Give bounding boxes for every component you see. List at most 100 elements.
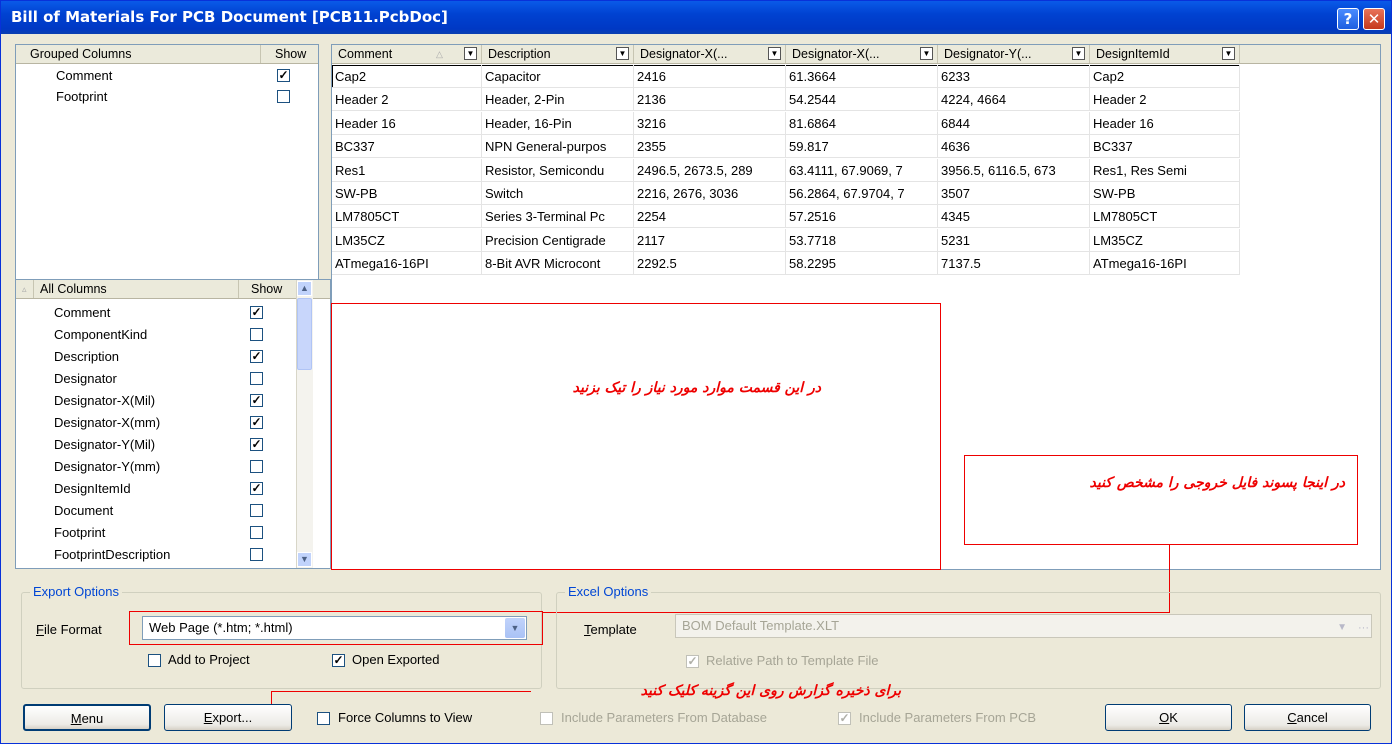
include-pcb-checkbox[interactable]: ✓ xyxy=(838,712,851,725)
all-column-row[interactable]: Designator-X(mm) ✓ xyxy=(16,412,294,434)
grid-row[interactable]: LM7805CT Series 3-Terminal Pc 2254 57.2516 4… xyxy=(332,205,1240,229)
grid-row[interactable]: Header 2 Header, 2-Pin 2136 54.2544 4224, 46… xyxy=(332,88,1240,112)
grouped-column-show-checkbox[interactable] xyxy=(277,90,290,103)
filter-dropdown-icon[interactable]: ▼ xyxy=(920,47,933,60)
annotation-line-export-vertical xyxy=(271,691,272,705)
force-columns-checkbox[interactable] xyxy=(317,712,330,725)
include-db-label[interactable]: Include Parameters From Database xyxy=(561,710,767,725)
all-column-show-checkbox[interactable] xyxy=(250,460,263,473)
all-column-show-checkbox[interactable]: ✓ xyxy=(250,306,263,319)
all-column-show-checkbox[interactable]: ✓ xyxy=(250,416,263,429)
grid-column-header[interactable]: Description ▼ xyxy=(482,45,634,63)
grouped-column-show-checkbox[interactable]: ✓ xyxy=(277,69,290,82)
scroll-up-icon[interactable]: ▲ xyxy=(297,281,312,296)
grid-cell: Precision Centigrade xyxy=(482,228,634,252)
grid-cell: BC337 xyxy=(1090,135,1240,159)
filter-dropdown-icon[interactable]: ▼ xyxy=(768,47,781,60)
grid-column-header[interactable]: Designator-X(... ▼ xyxy=(786,45,938,63)
grid-row[interactable]: SW-PB Switch 2216, 2676, 3036 56.2864, 67.9… xyxy=(332,182,1240,205)
add-to-project-label[interactable]: Add to Project xyxy=(168,652,250,667)
grouped-columns-panel: Grouped Columns Show Comment ✓ Footprint xyxy=(15,44,319,280)
grid-column-title: Designator-Y(... xyxy=(944,47,1032,61)
ok-button[interactable]: OK xyxy=(1105,704,1232,731)
grouped-column-row[interactable]: Comment ✓ xyxy=(16,65,316,87)
all-column-row[interactable]: Designator-X(Mil) ✓ xyxy=(16,390,294,412)
scroll-down-icon[interactable]: ▼ xyxy=(297,552,312,567)
grid-cell: NPN General-purpos xyxy=(482,135,634,159)
all-column-row[interactable]: FootprintDescription xyxy=(16,544,294,566)
grid-row[interactable]: Header 16 Header, 16-Pin 3216 81.6864 6844 He… xyxy=(332,111,1240,135)
all-column-show-checkbox[interactable]: ✓ xyxy=(250,482,263,495)
all-columns-panel: ▵ All Columns Show Comment ✓ ComponentKind… xyxy=(15,279,331,569)
all-column-row[interactable]: Footprint xyxy=(16,522,294,544)
filter-dropdown-icon[interactable]: ▼ xyxy=(1222,47,1235,60)
grouped-column-row[interactable]: Footprint xyxy=(16,86,316,108)
include-pcb-label[interactable]: Include Parameters From PCB xyxy=(859,710,1036,725)
include-db-checkbox[interactable] xyxy=(540,712,553,725)
all-column-row[interactable]: Designator-Y(mm) xyxy=(16,456,294,478)
all-column-row[interactable]: Designator xyxy=(16,368,294,390)
add-to-project-checkbox[interactable] xyxy=(148,654,161,667)
open-exported-checkbox[interactable]: ✓ xyxy=(332,654,345,667)
all-column-row[interactable]: Comment ✓ xyxy=(16,302,294,324)
all-column-show-checkbox[interactable] xyxy=(250,328,263,341)
grid-cell: Series 3-Terminal Pc xyxy=(482,205,634,229)
chevron-down-icon[interactable]: ▼ xyxy=(505,618,525,638)
all-columns-header-show[interactable]: Show xyxy=(239,280,297,298)
all-columns-header-name[interactable]: All Columns xyxy=(34,280,239,298)
grid-row[interactable]: Cap2 Capacitor 2416 61.3664 6233 Cap2 xyxy=(332,65,1240,88)
grid-cell: LM7805CT xyxy=(1090,205,1240,229)
excel-options-group: Excel Options xyxy=(556,584,1381,689)
grouped-columns-header-name[interactable]: Grouped Columns xyxy=(16,45,261,63)
filter-dropdown-icon[interactable]: ▼ xyxy=(464,47,477,60)
all-column-show-checkbox[interactable] xyxy=(250,504,263,517)
grid-cell: 3507 xyxy=(938,182,1090,205)
grid-cell: LM7805CT xyxy=(332,205,482,229)
all-column-show-checkbox[interactable] xyxy=(250,372,263,385)
grid-column-header[interactable]: DesignItemId ▼ xyxy=(1090,45,1240,63)
template-select[interactable]: BOM Default Template.XLT ▼ ··· xyxy=(675,614,1372,638)
grid-column-header[interactable]: Designator-Y(... ▼ xyxy=(938,45,1090,63)
grid-cell: LM35CZ xyxy=(332,228,482,252)
all-column-row[interactable]: ComponentKind xyxy=(16,324,294,346)
grouped-column-name: Comment xyxy=(56,68,113,83)
window-title: Bill of Materials For PCB Document [PCB1… xyxy=(11,8,448,26)
cancel-button[interactable]: Cancel xyxy=(1244,704,1371,731)
force-columns-label[interactable]: Force Columns to View xyxy=(338,710,472,725)
close-button[interactable]: ✕ xyxy=(1363,8,1385,30)
all-columns-scrollbar[interactable]: ▲ ▼ xyxy=(296,280,313,568)
grid-cell: Header, 16-Pin xyxy=(482,111,634,135)
grid-row[interactable]: LM35CZ Precision Centigrade 2117 53.7718 523… xyxy=(332,228,1240,252)
all-column-row[interactable]: DesignItemId ✓ xyxy=(16,478,294,500)
annotation-file-format: در اینجا پسوند فایل خروجی را مشخص کنید xyxy=(1089,475,1346,491)
menu-button[interactable]: Menu xyxy=(23,704,151,731)
open-exported-label[interactable]: Open Exported xyxy=(352,652,439,667)
file-format-select[interactable]: Web Page (*.htm; *.html) ▼ xyxy=(142,616,527,640)
filter-dropdown-icon[interactable]: ▼ xyxy=(1072,47,1085,60)
all-column-show-checkbox[interactable]: ✓ xyxy=(250,438,263,451)
all-column-name: DesignItemId xyxy=(54,481,131,496)
filter-dropdown-icon[interactable]: ▼ xyxy=(616,47,629,60)
bom-dialog: Bill of Materials For PCB Document [PCB1… xyxy=(0,0,1392,744)
relative-path-label[interactable]: Relative Path to Template File xyxy=(706,653,878,668)
grid-cell: 2292.5 xyxy=(634,252,786,276)
all-column-show-checkbox[interactable]: ✓ xyxy=(250,350,263,363)
all-column-show-checkbox[interactable]: ✓ xyxy=(250,394,263,407)
grid-row[interactable]: Res1 Resistor, Semicondu 2496.5, 2673.5, 2… xyxy=(332,158,1240,182)
grouped-column-name: Footprint xyxy=(56,89,108,104)
scroll-thumb[interactable] xyxy=(297,298,312,370)
all-column-row[interactable]: Designator-Y(Mil) ✓ xyxy=(16,434,294,456)
grouped-columns-header-show[interactable]: Show xyxy=(261,45,318,63)
grid-column-header[interactable]: Comment △ ▼ xyxy=(332,45,482,63)
export-button[interactable]: Export... xyxy=(164,704,292,731)
relative-path-checkbox[interactable]: ✓ xyxy=(686,655,699,668)
all-column-show-checkbox[interactable] xyxy=(250,526,263,539)
help-button[interactable]: ? xyxy=(1337,8,1359,30)
grid-row[interactable]: BC337 NPN General-purpos 2355 59.817 4636 BC3… xyxy=(332,135,1240,159)
all-column-row[interactable]: Document xyxy=(16,500,294,522)
all-column-show-checkbox[interactable] xyxy=(250,548,263,561)
grid-column-header[interactable]: Designator-X(... ▼ xyxy=(634,45,786,63)
grid-cell: Header 16 xyxy=(1090,111,1240,135)
all-column-row[interactable]: Description ✓ xyxy=(16,346,294,368)
grid-row[interactable]: ATmega16-16PI 8-Bit AVR Microcont 2292.5 58… xyxy=(332,252,1240,276)
